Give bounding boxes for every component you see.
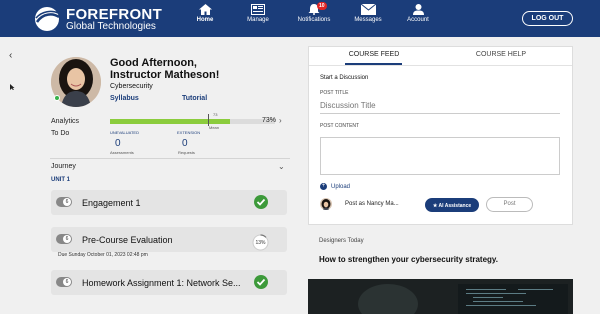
unevaluated-count[interactable]: 0: [115, 138, 121, 149]
journey-item-title: Engagement 1: [82, 198, 141, 208]
tab-divider: [309, 65, 572, 66]
greeting: Good Afternoon, Instructor Matheson!: [110, 57, 219, 81]
account-icon: [412, 4, 424, 15]
syllabus-link[interactable]: Syllabus: [110, 95, 139, 102]
manage-icon: [251, 4, 265, 15]
upload-label: Upload: [331, 184, 351, 191]
plus-icon: +: [320, 183, 327, 190]
post-title-underline: [320, 113, 560, 114]
nav-manage[interactable]: Manage: [230, 4, 286, 23]
start-discussion-heading: Start a Discussion: [320, 75, 369, 81]
analytics-label: Analytics: [51, 118, 80, 125]
analytics-progress-bar: [110, 119, 275, 124]
module-number: 6: [63, 278, 71, 286]
home-icon: [198, 4, 212, 15]
notification-count-badge: 10: [317, 2, 327, 10]
mean-label: Mean: [209, 125, 220, 130]
article-headline[interactable]: How to strengthen your cybersecurity str…: [319, 255, 498, 264]
post-title-input[interactable]: [320, 101, 520, 110]
tab-course-help[interactable]: COURSE HELP: [461, 51, 541, 58]
nav-label-home: Home: [196, 17, 214, 23]
module-number: 6: [63, 198, 71, 206]
mean-value: 73: [213, 112, 218, 117]
post-title-label: POST TITLE: [320, 90, 349, 96]
analytics-progress-fill: [110, 119, 231, 124]
greeting-line-2: Instructor Matheson!: [110, 69, 220, 81]
module-number: 6: [63, 235, 71, 243]
tab-course-feed[interactable]: COURSE FEED: [334, 51, 414, 58]
unevaluated-sub: Assessments: [110, 150, 134, 155]
greeting-line-1: Good Afternoon,: [110, 57, 197, 69]
unevaluated-label: UNEVALUATED: [110, 130, 139, 135]
extension-sub: Requests: [178, 150, 195, 155]
progress-ring-label: 13%: [255, 240, 266, 246]
nav-notifications[interactable]: 10 Notifications: [286, 2, 342, 23]
upload-button[interactable]: + Upload: [320, 183, 350, 190]
article-image[interactable]: [308, 279, 573, 314]
unit-label: UNIT 1: [51, 177, 71, 183]
top-nav-bar: FOREFRONT Global Technologies Home Manag…: [0, 0, 600, 37]
course-feed-panel: COURSE FEED COURSE HELP Start a Discussi…: [308, 46, 573, 225]
logout-button[interactable]: LOG OUT: [522, 11, 573, 26]
nav-messages[interactable]: Messages: [340, 4, 396, 23]
brand-subtitle: Global Technologies: [66, 21, 156, 32]
nav-account[interactable]: Account: [390, 4, 446, 23]
poster-avatar: [320, 198, 332, 210]
module-toggle[interactable]: 6: [56, 197, 72, 207]
mouse-cursor-icon: [10, 84, 15, 90]
section-divider: [50, 158, 290, 159]
ai-assistance-label: AI Assistance: [438, 203, 472, 209]
module-toggle[interactable]: 6: [56, 234, 72, 244]
globe-logo-icon: [35, 7, 60, 31]
due-date: Due Sunday October 01, 2023 02:48 pm: [58, 252, 148, 258]
journey-label: Journey: [51, 163, 76, 170]
module-toggle[interactable]: 6: [56, 277, 72, 287]
extension-label: EXTENSION: [177, 130, 201, 135]
journey-item[interactable]: 6 Engagement 1: [51, 190, 287, 215]
journey-chevron-down-icon[interactable]: ⌄: [278, 162, 285, 171]
nav-home[interactable]: Home: [177, 4, 233, 23]
analytics-chevron-right-icon[interactable]: ›: [279, 116, 282, 125]
journey-item[interactable]: 6 Homework Assignment 1: Network Se...: [51, 270, 287, 295]
nav-label-messages: Messages: [354, 17, 382, 23]
journey-item-title: Pre-Course Evaluation: [82, 235, 173, 245]
tutorial-link[interactable]: Tutorial: [182, 95, 207, 102]
checkmark-icon: [254, 275, 268, 289]
envelope-icon: [360, 4, 376, 15]
journey-item-title: Homework Assignment 1: Network Se...: [82, 278, 241, 288]
back-chevron-icon[interactable]: ‹: [9, 50, 12, 61]
post-content-label: POST CONTENT: [320, 123, 360, 129]
nav-label-manage: Manage: [247, 17, 269, 23]
ai-assistance-button[interactable]: ★ AI Assistance: [425, 198, 479, 212]
nav-label-account: Account: [407, 17, 429, 23]
online-status-dot: [54, 95, 60, 101]
post-as-label: Post as Nancy Ma...: [345, 201, 399, 207]
designers-today-label: Designers Today: [319, 238, 364, 244]
todo-label: To Do: [51, 130, 70, 137]
course-name: Cybersecurity: [110, 83, 153, 90]
checkmark-icon: [254, 195, 268, 209]
analytics-percent: 73%: [262, 117, 277, 124]
post-button[interactable]: Post: [486, 197, 533, 212]
extension-count[interactable]: 0: [182, 138, 188, 149]
nav-label-notifications: Notifications: [297, 17, 331, 23]
post-content-textarea[interactable]: [320, 137, 560, 175]
